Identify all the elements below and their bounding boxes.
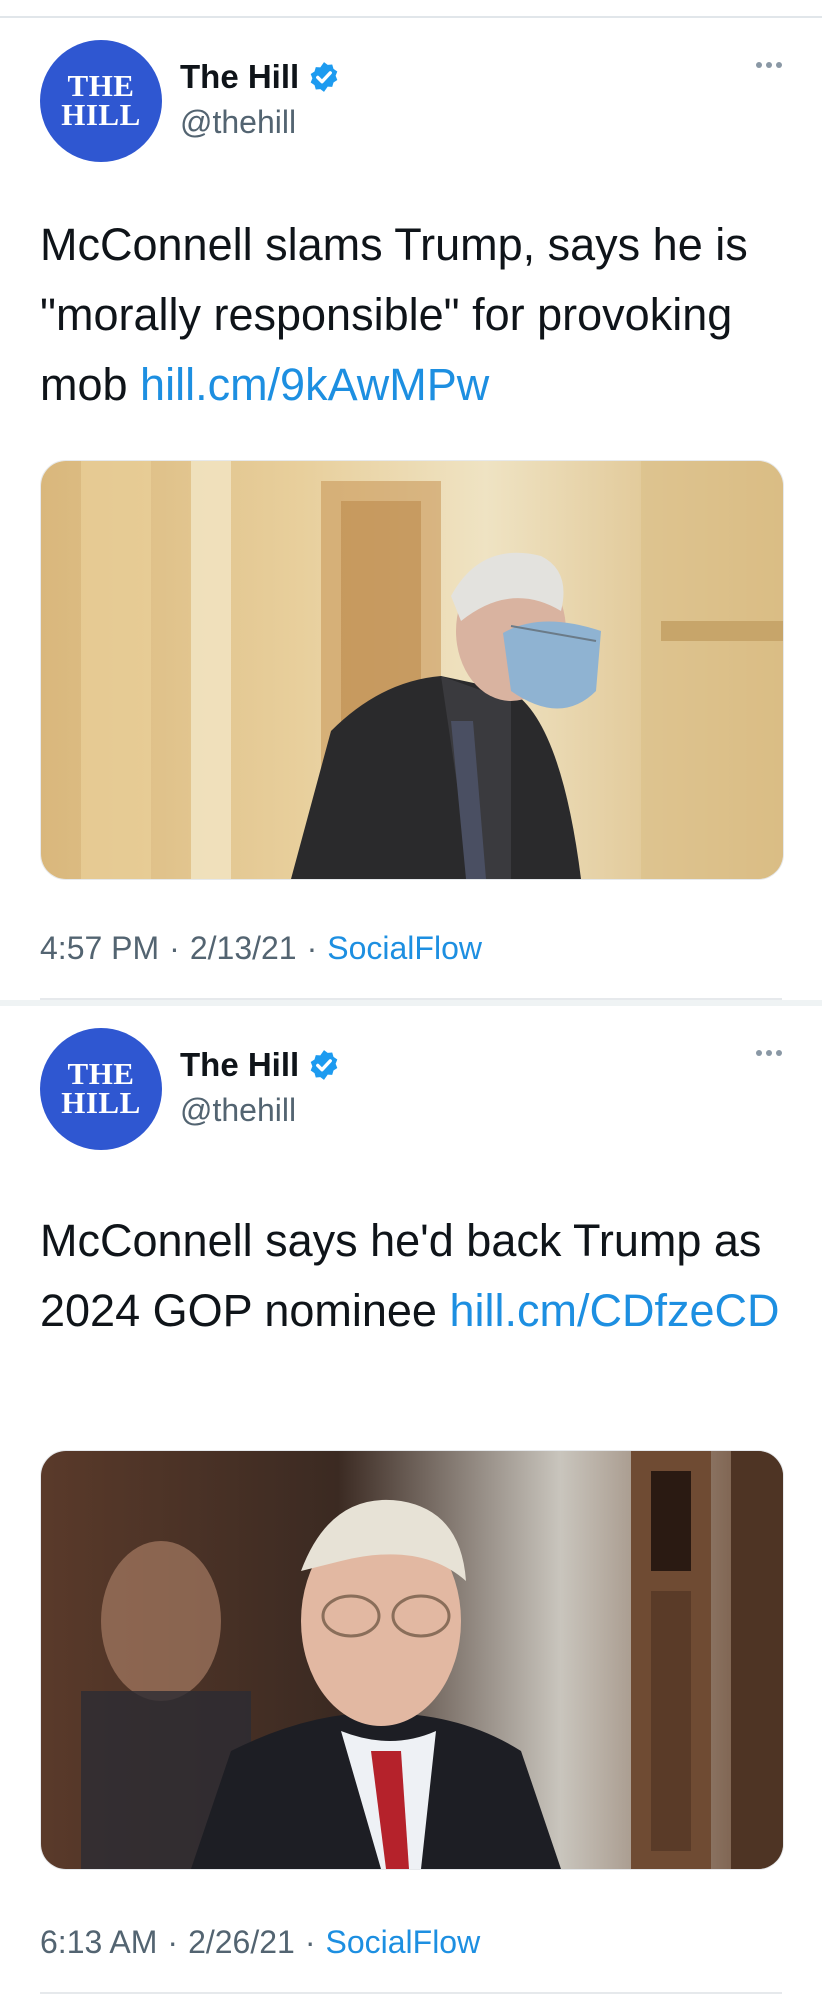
more-options-icon[interactable] bbox=[756, 1050, 782, 1056]
avatar-text-line2: HILL bbox=[61, 97, 141, 132]
meta-separator: · bbox=[306, 930, 318, 966]
avatar-text-line2: HILL bbox=[61, 1085, 141, 1120]
author-row: The Hill bbox=[180, 58, 341, 96]
tweet-date[interactable]: 2/26/21 bbox=[188, 1924, 295, 1961]
verified-badge-icon bbox=[310, 62, 338, 92]
photo-mask-mcconnell bbox=[41, 461, 783, 879]
more-options-icon[interactable] bbox=[756, 62, 782, 68]
tweet-meta: 6:13 AM · 2/26/21 · SocialFlow bbox=[40, 1924, 480, 1961]
avatar[interactable]: THE HILL bbox=[40, 40, 162, 162]
tweet-link[interactable]: hill.cm/CDfzeCD bbox=[449, 1285, 779, 1336]
verified-badge-icon bbox=[310, 1050, 338, 1080]
meta-separator: · bbox=[169, 930, 180, 966]
tweet-card[interactable]: THE HILL The Hill @thehill McConnell say… bbox=[0, 1006, 822, 2000]
meta-separator: · bbox=[304, 1924, 316, 1960]
author-name[interactable]: The Hill bbox=[180, 58, 299, 96]
tweet-meta: 4:57 PM · 2/13/21 · SocialFlow bbox=[40, 930, 482, 967]
author-name[interactable]: The Hill bbox=[180, 1046, 299, 1084]
tweet-text: McConnell says he'd back Trump as 2024 G… bbox=[40, 1206, 780, 1346]
tweet-photo[interactable] bbox=[40, 460, 784, 880]
author-handle[interactable]: @thehill bbox=[180, 1092, 296, 1129]
tweet-card[interactable]: THE HILL The Hill @thehill McConnell sla… bbox=[0, 18, 822, 1004]
author-handle[interactable]: @thehill bbox=[180, 104, 296, 141]
author-row: The Hill bbox=[180, 1046, 341, 1084]
tweet-time[interactable]: 6:13 AM bbox=[40, 1924, 157, 1961]
avatar[interactable]: THE HILL bbox=[40, 1028, 162, 1150]
meta-separator: · bbox=[167, 1924, 179, 1960]
photo-smiling-mcconnell bbox=[41, 1451, 783, 1869]
tweet-time[interactable]: 4:57 PM bbox=[40, 930, 159, 967]
tweet-link[interactable]: hill.cm/9kAwMPw bbox=[140, 359, 489, 410]
tweet-date[interactable]: 2/13/21 bbox=[190, 930, 297, 967]
tweet-divider bbox=[40, 1992, 782, 1994]
tweet-source[interactable]: SocialFlow bbox=[325, 1924, 480, 1961]
tweet-photo[interactable] bbox=[40, 1450, 784, 1870]
tweet-source[interactable]: SocialFlow bbox=[327, 930, 482, 967]
tweet-text: McConnell slams Trump, says he is "moral… bbox=[40, 210, 780, 420]
